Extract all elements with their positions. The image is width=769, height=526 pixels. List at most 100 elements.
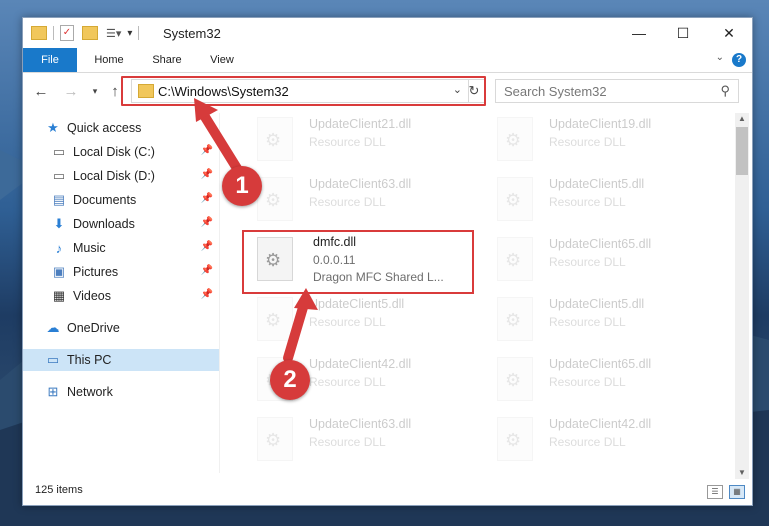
maximize-button[interactable]: ☐ xyxy=(660,18,706,48)
file-tile[interactable]: ⚙ UpdateClient21.dll Resource DLL xyxy=(241,113,461,169)
customize-toolbar-icon[interactable]: ☰▾ xyxy=(106,27,121,40)
computer-icon: ▭ xyxy=(46,352,60,367)
toolbar-dropdown-icon[interactable]: ▾ xyxy=(127,28,132,39)
star-icon: ★ xyxy=(47,120,59,135)
tab-share[interactable]: Share xyxy=(143,48,191,72)
file-name: UpdateClient63.dll xyxy=(309,417,412,431)
properties-icon[interactable]: ✓ xyxy=(60,25,74,41)
folder-icon xyxy=(31,26,47,40)
music-icon: ♪ xyxy=(55,240,63,256)
file-description: Resource DLL xyxy=(549,135,626,149)
dll-file-icon: ⚙ xyxy=(257,117,293,161)
file-list: ⚙ UpdateClient21.dll Resource DLL ⚙ Upda… xyxy=(223,113,733,473)
file-tile[interactable]: ⚙ UpdateClient5.dll Resource DLL xyxy=(481,293,701,349)
forward-arrow-icon[interactable]: → xyxy=(61,81,81,101)
search-placeholder: Search System32 xyxy=(504,84,607,99)
dll-file-icon: ⚙ xyxy=(497,117,533,161)
navigation-bar: ← → ▾ ↑ C:\Windows\System32 ⌄ ↻ Search S… xyxy=(23,73,752,109)
details-view-icon[interactable]: ☰ xyxy=(707,485,723,499)
search-icon: ⚲ xyxy=(720,83,730,98)
file-description: Resource DLL xyxy=(549,315,626,329)
scrollbar-thumb[interactable] xyxy=(736,127,748,175)
scroll-up-icon[interactable]: ▲ xyxy=(735,113,749,125)
tab-file[interactable]: File xyxy=(23,48,77,72)
drive-icon: ▭ xyxy=(52,168,66,183)
dll-file-icon: ⚙ xyxy=(497,417,533,461)
status-bar: 125 items ☰ ▦ xyxy=(23,481,752,505)
file-name: UpdateClient19.dll xyxy=(549,117,652,131)
file-description: Resource DLL xyxy=(309,375,386,389)
gear-icon: ⚙ xyxy=(265,130,282,150)
sidebar-item-this-pc[interactable]: ▭ This PC xyxy=(23,349,219,371)
sidebar-item-label: OneDrive xyxy=(67,321,120,335)
cloud-icon: ☁ xyxy=(46,320,60,335)
sidebar-item-label: Downloads xyxy=(73,217,135,231)
sidebar-item-local-disk-d[interactable]: ▭ Local Disk (D:) 📌 xyxy=(23,165,219,187)
step-2-badge: 2 xyxy=(270,360,310,400)
minimize-button[interactable]: — xyxy=(616,18,662,48)
file-description: Resource DLL xyxy=(309,135,386,149)
new-folder-icon[interactable] xyxy=(82,26,98,40)
videos-icon: ▦ xyxy=(52,288,66,303)
dll-file-icon: ⚙ xyxy=(257,297,293,341)
sidebar-item-label: Music xyxy=(73,241,106,255)
sidebar-item-documents[interactable]: ▤ Documents 📌 xyxy=(23,189,219,211)
file-tile[interactable]: ⚙ UpdateClient19.dll Resource DLL xyxy=(481,113,701,169)
file-description: Resource DLL xyxy=(309,435,386,449)
sidebar-item-videos[interactable]: ▦ Videos 📌 xyxy=(23,285,219,307)
file-tile[interactable]: ⚙ UpdateClient63.dll Resource DLL xyxy=(241,173,461,229)
recent-locations-icon[interactable]: ▾ xyxy=(85,81,105,101)
sidebar-item-onedrive[interactable]: ☁ OneDrive xyxy=(23,317,219,339)
vertical-scrollbar[interactable]: ▲ ▼ xyxy=(735,113,749,479)
pin-icon: 📌 xyxy=(200,265,213,276)
sidebar-item-downloads[interactable]: ⬇ Downloads 📌 xyxy=(23,213,219,235)
file-tile[interactable]: ⚙ UpdateClient5.dll Resource DLL xyxy=(241,293,461,349)
sidebar-item-music[interactable]: ♪ Music 📌 xyxy=(23,237,219,259)
sidebar-item-quick-access[interactable]: ★ Quick access xyxy=(45,117,241,139)
gear-icon: ⚙ xyxy=(505,250,522,270)
separator xyxy=(138,26,140,40)
file-tile[interactable]: ⚙ UpdateClient65.dll Resource DLL xyxy=(481,353,701,409)
address-highlight xyxy=(121,76,486,106)
dll-file-icon: ⚙ xyxy=(497,357,533,401)
file-tile[interactable]: ⚙ UpdateClient63.dll Resource DLL xyxy=(241,413,461,469)
sidebar-item-local-disk-c[interactable]: ▭ Local Disk (C:) 📌 xyxy=(23,141,219,163)
navigation-pane: ★ Quick access ▭ Local Disk (C:) 📌 ▭ Loc… xyxy=(23,113,219,473)
file-name: UpdateClient21.dll xyxy=(309,117,412,131)
tiles-view-icon[interactable]: ▦ xyxy=(729,485,745,499)
file-description: Resource DLL xyxy=(309,195,386,209)
search-box[interactable]: Search System32 ⚲ xyxy=(495,79,739,103)
file-name: UpdateClient65.dll xyxy=(549,237,652,251)
close-button[interactable]: ✕ xyxy=(706,18,752,48)
gear-icon: ⚙ xyxy=(505,130,522,150)
tab-view[interactable]: View xyxy=(199,48,245,72)
sidebar-item-pictures[interactable]: ▣ Pictures 📌 xyxy=(23,261,219,283)
file-name: UpdateClient42.dll xyxy=(549,417,652,431)
file-description: Resource DLL xyxy=(549,375,626,389)
sidebar-item-network[interactable]: ⊞ Network xyxy=(23,381,219,403)
file-name: UpdateClient65.dll xyxy=(549,357,652,371)
help-icon[interactable]: ? xyxy=(732,53,746,67)
file-tile[interactable]: ⚙ UpdateClient5.dll Resource DLL xyxy=(481,173,701,229)
back-arrow-icon[interactable]: ← xyxy=(31,81,51,101)
pin-icon: 📌 xyxy=(200,289,213,300)
gear-icon: ⚙ xyxy=(505,310,522,330)
dll-file-icon: ⚙ xyxy=(497,177,533,221)
file-tile[interactable]: ⚙ UpdateClient42.dll Resource DLL xyxy=(481,413,701,469)
step-1-badge: 1 xyxy=(222,166,262,206)
gear-icon: ⚙ xyxy=(505,370,522,390)
tab-home[interactable]: Home xyxy=(85,48,133,72)
window-title: System32 xyxy=(163,26,221,41)
downloads-icon: ⬇ xyxy=(53,216,65,231)
sidebar-item-label: Quick access xyxy=(67,121,142,135)
sidebar-item-label: Local Disk (D:) xyxy=(73,169,155,183)
documents-icon: ▤ xyxy=(52,192,66,207)
sidebar-item-label: Pictures xyxy=(73,265,119,279)
pin-icon: 📌 xyxy=(200,193,213,204)
expand-ribbon-icon[interactable]: ⌄ xyxy=(716,52,724,63)
scroll-down-icon[interactable]: ▼ xyxy=(735,467,749,479)
quick-access-toolbar: ✓ ☰▾ ▾ xyxy=(31,24,145,42)
file-tile[interactable]: ⚙ UpdateClient65.dll Resource DLL xyxy=(481,233,701,289)
dmfc-highlight xyxy=(242,230,474,294)
title-bar: ✓ ☰▾ ▾ System32 — ☐ ✕ xyxy=(23,18,752,48)
